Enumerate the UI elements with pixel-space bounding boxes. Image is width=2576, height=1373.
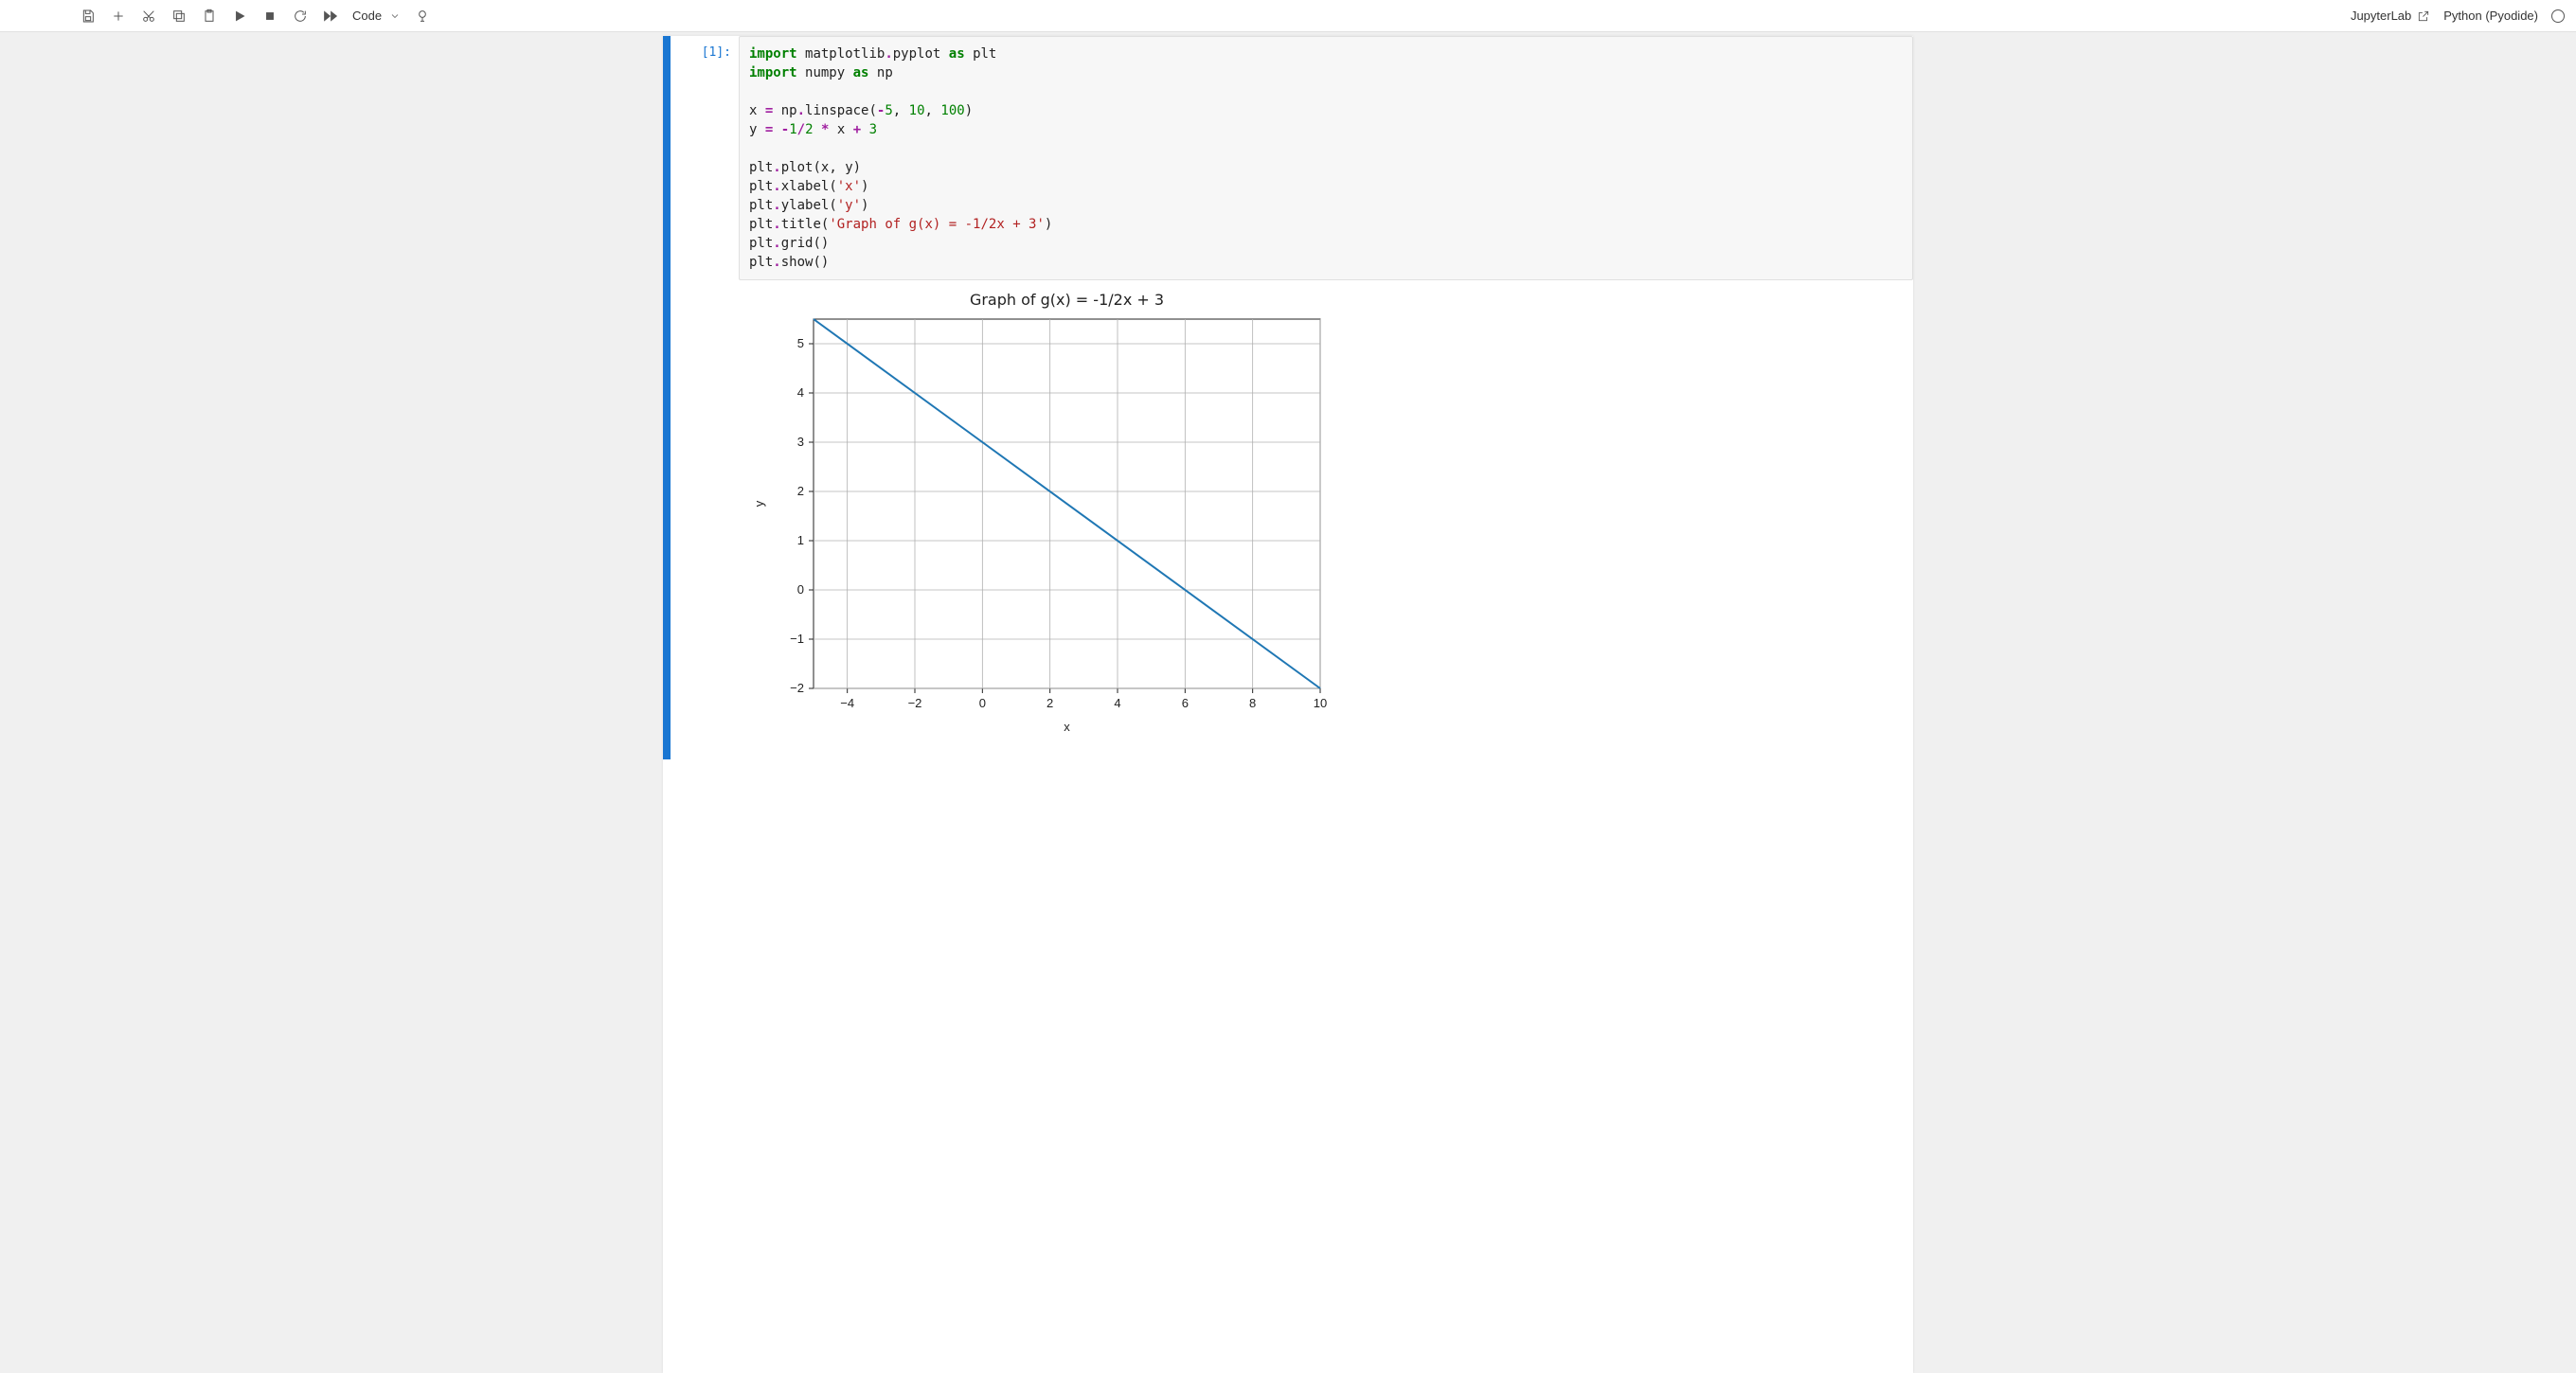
svg-text:5: 5 xyxy=(797,336,804,350)
svg-text:4: 4 xyxy=(797,385,804,400)
workspace: [1]: import matplotlib.pyplot as plt imp… xyxy=(0,32,2576,1373)
svg-text:10: 10 xyxy=(1314,696,1327,710)
svg-text:1: 1 xyxy=(797,533,804,547)
svg-text:y: y xyxy=(752,500,766,507)
code-cell[interactable]: [1]: import matplotlib.pyplot as plt imp… xyxy=(663,36,1913,280)
save-icon[interactable] xyxy=(80,8,97,25)
svg-text:6: 6 xyxy=(1182,696,1189,710)
svg-text:0: 0 xyxy=(797,582,804,597)
restart-icon[interactable] xyxy=(292,8,309,25)
paste-icon[interactable] xyxy=(201,8,218,25)
execution-prompt: [1]: xyxy=(671,36,739,280)
run-icon[interactable] xyxy=(231,8,248,25)
notebook-toolbar: Code JupyterLab Python (Pyodide) xyxy=(0,0,2576,32)
plot-output: Graph of g(x) = -1/2x + 3−4−20246810−2−1… xyxy=(739,280,1913,759)
copy-icon[interactable] xyxy=(170,8,188,25)
svg-text:x: x xyxy=(1064,720,1070,734)
svg-text:2: 2 xyxy=(797,484,804,498)
code-editor[interactable]: import matplotlib.pyplot as plt import n… xyxy=(739,36,1913,280)
kernel-status-icon[interactable] xyxy=(2551,9,2565,23)
svg-text:3: 3 xyxy=(797,435,804,449)
kernel-switcher[interactable]: Python (Pyodide) xyxy=(2443,9,2538,23)
svg-text:Graph of g(x) = -1/2x + 3: Graph of g(x) = -1/2x + 3 xyxy=(970,291,1164,309)
svg-text:−1: −1 xyxy=(790,632,804,646)
open-jupyterlab-link[interactable]: JupyterLab xyxy=(2351,9,2430,23)
output-active-gutter xyxy=(663,280,671,759)
toolbar-right: JupyterLab Python (Pyodide) xyxy=(2351,9,2565,23)
interrupt-icon[interactable] xyxy=(261,8,278,25)
line-chart: Graph of g(x) = -1/2x + 3−4−20246810−2−1… xyxy=(742,286,1349,740)
toolbar-left: Code xyxy=(80,8,431,25)
output-prompt xyxy=(671,280,739,759)
cell-active-gutter xyxy=(663,36,671,280)
render-preview-icon[interactable] xyxy=(414,8,431,25)
cell-type-dropdown[interactable]: Code xyxy=(352,9,401,23)
restart-run-all-icon[interactable] xyxy=(322,8,339,25)
svg-text:2: 2 xyxy=(1046,696,1053,710)
notebook: [1]: import matplotlib.pyplot as plt imp… xyxy=(663,36,1913,1373)
cell-type-label: Code xyxy=(352,9,382,23)
output-row: Graph of g(x) = -1/2x + 3−4−20246810−2−1… xyxy=(663,280,1913,759)
svg-text:8: 8 xyxy=(1249,696,1256,710)
svg-text:4: 4 xyxy=(1114,696,1120,710)
external-link-icon xyxy=(2417,9,2430,23)
svg-text:−4: −4 xyxy=(840,696,854,710)
chevron-down-icon xyxy=(389,10,401,22)
insert-cell-icon[interactable] xyxy=(110,8,127,25)
svg-text:0: 0 xyxy=(979,696,986,710)
jupyterlab-label: JupyterLab xyxy=(2351,9,2411,23)
cell-content: import matplotlib.pyplot as plt import n… xyxy=(739,36,1913,280)
svg-text:−2: −2 xyxy=(908,696,922,710)
kernel-label: Python (Pyodide) xyxy=(2443,9,2538,23)
cut-icon[interactable] xyxy=(140,8,157,25)
svg-text:−2: −2 xyxy=(790,681,804,695)
